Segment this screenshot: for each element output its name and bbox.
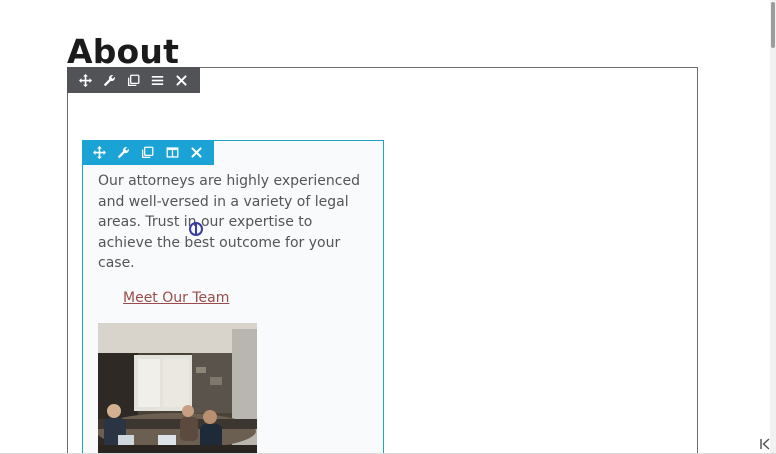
scrollbar-thumb[interactable] (771, 2, 775, 48)
move-icon[interactable] (90, 144, 108, 162)
module-toolbar (82, 140, 214, 165)
team-meeting-photo (98, 323, 257, 454)
collapse-panel-icon[interactable] (758, 437, 772, 451)
text-cursor-icon (189, 222, 203, 236)
row-toolbar (67, 67, 200, 93)
wrench-icon[interactable] (115, 144, 133, 162)
duplicate-icon[interactable] (124, 71, 142, 89)
meet-our-team-link[interactable]: Meet Our Team (123, 289, 229, 307)
wrench-icon[interactable] (100, 71, 118, 89)
move-icon[interactable] (76, 71, 94, 89)
columns-icon[interactable] (163, 144, 181, 162)
module-body-text: Our attorneys are highly experienced and… (98, 173, 360, 271)
page-scrollbar[interactable] (770, 0, 776, 454)
close-icon[interactable] (188, 144, 206, 162)
builder-canvas: About Our attorneys are highly experienc… (0, 0, 776, 454)
menu-icon[interactable] (149, 71, 167, 89)
duplicate-icon[interactable] (139, 144, 157, 162)
close-icon[interactable] (173, 71, 191, 89)
